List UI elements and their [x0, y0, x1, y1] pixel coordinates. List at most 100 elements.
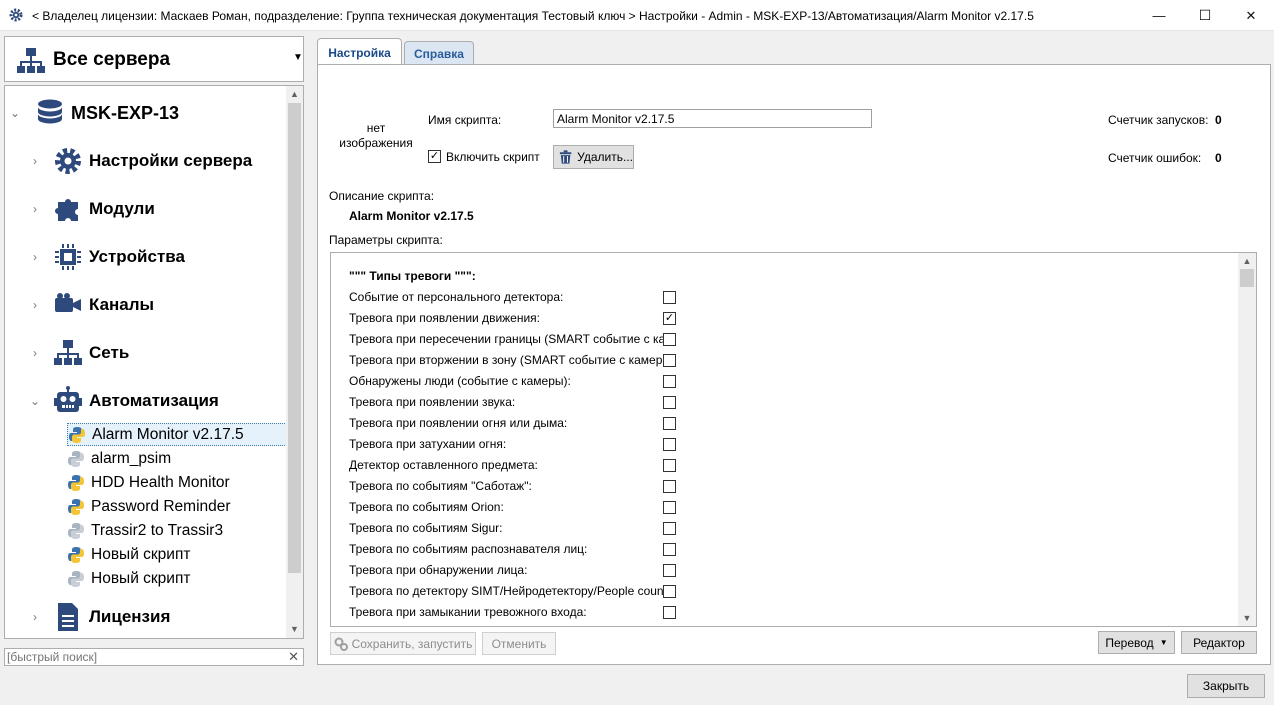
clear-icon[interactable]: ✕ — [288, 649, 299, 665]
quick-search-input[interactable] — [7, 650, 277, 664]
script-label: Password Reminder — [91, 497, 231, 515]
tree-node-server[interactable]: ⌄ MSK-EXP-13 — [7, 96, 179, 130]
tree-node-devices[interactable]: › Устройства — [27, 240, 185, 274]
param-checkbox[interactable]: ✓ — [663, 312, 676, 325]
server-selector[interactable]: Все сервера ▼ — [4, 36, 304, 82]
tree-node-label: Сеть — [89, 343, 130, 362]
scrollbar-thumb[interactable] — [1240, 269, 1254, 287]
params-scrollbar[interactable]: ▲ ▼ — [1238, 253, 1256, 626]
scrollbar-thumb[interactable] — [288, 103, 301, 573]
param-checkbox[interactable] — [663, 438, 676, 451]
maximize-button[interactable]: ☐ — [1182, 0, 1228, 31]
server-selector-label: Все сервера — [53, 49, 171, 70]
error-counter-value: 0 — [1215, 151, 1222, 165]
translate-button[interactable]: Перевод ▼ — [1098, 631, 1175, 654]
tree-node-server-settings[interactable]: › Настройки сервера — [27, 144, 252, 178]
run-counter-value: 0 — [1215, 113, 1222, 127]
tree-script-item[interactable]: Password Reminder — [67, 495, 287, 518]
param-checkbox[interactable] — [663, 480, 676, 493]
translate-label: Перевод — [1105, 635, 1154, 650]
save-run-button[interactable]: Сохранить, запустить — [330, 632, 476, 655]
param-checkbox[interactable] — [663, 543, 676, 556]
delete-button[interactable]: Удалить... — [553, 145, 634, 169]
script-label: Новый скрипт — [91, 545, 191, 563]
close-button[interactable]: Закрыть — [1187, 674, 1265, 698]
param-label: Тревога при пересечении границы (SMART с… — [349, 332, 669, 346]
param-checkbox[interactable] — [663, 522, 676, 535]
tree-script-item[interactable]: alarm_psim — [67, 447, 287, 470]
tree-script-item[interactable]: Новый скрипт — [67, 567, 287, 590]
chevron-down-icon[interactable]: ▼ — [293, 52, 303, 63]
close-window-button[interactable]: ✕ — [1228, 0, 1274, 31]
tree-node-channels[interactable]: › Каналы — [27, 288, 154, 322]
param-label: Обнаружены люди (событие с камеры): — [349, 374, 571, 388]
chevron-right-icon[interactable]: › — [27, 154, 43, 168]
cancel-button[interactable]: Отменить — [482, 632, 556, 655]
tree-node-label: Автоматизация — [89, 391, 219, 410]
gear-icon — [9, 8, 23, 22]
tree-script-item[interactable]: Alarm Monitor v2.17.5 — [67, 423, 287, 446]
save-run-label: Сохранить, запустить — [351, 636, 473, 651]
param-label: Тревога по детектору SIMT/Нейродетектору… — [349, 584, 669, 598]
robot-icon — [51, 384, 85, 418]
params-section-header: """ Типы тревоги """: — [349, 269, 476, 283]
param-checkbox[interactable] — [663, 291, 676, 304]
param-checkbox[interactable] — [663, 396, 676, 409]
script-label: alarm_psim — [91, 449, 172, 467]
scroll-down-icon[interactable]: ▼ — [286, 621, 303, 638]
tree-node-automation[interactable]: ⌄ Автоматизация — [27, 384, 219, 418]
param-checkbox[interactable] — [663, 564, 676, 577]
enable-script-label: Включить скрипт — [446, 150, 540, 164]
tree-node-modules[interactable]: › Модули — [27, 192, 155, 226]
chevron-right-icon[interactable]: › — [27, 202, 43, 216]
param-checkbox[interactable] — [663, 333, 676, 346]
tab-help[interactable]: Справка — [404, 41, 474, 65]
chevron-right-icon[interactable]: › — [27, 610, 43, 624]
document-icon — [51, 600, 85, 634]
param-label: Тревога при обнаружении лица: — [349, 563, 528, 577]
param-label: Тревога по событиям распознавателя лиц: — [349, 542, 588, 556]
chevron-right-icon[interactable]: › — [27, 298, 43, 312]
script-image-placeholder: нет изображения — [339, 121, 413, 150]
tree-node-license[interactable]: › Лицензия — [27, 600, 170, 634]
tree-script-item[interactable]: HDD Health Monitor — [67, 471, 287, 494]
param-checkbox[interactable] — [663, 606, 676, 619]
param-label: Событие от персонального детектора: — [349, 290, 564, 304]
tree-node-label: Лицензия — [89, 607, 171, 626]
delete-button-label: Удалить... — [577, 150, 633, 164]
database-icon — [33, 96, 67, 130]
run-counter-label: Счетчик запусков: — [1108, 113, 1209, 127]
scroll-up-icon[interactable]: ▲ — [286, 86, 303, 103]
chevron-down-icon[interactable]: ⌄ — [7, 106, 23, 120]
navigation-tree: ⌄ MSK-EXP-13 › Настройки сервера › Модул… — [4, 85, 304, 639]
param-checkbox[interactable] — [663, 501, 676, 514]
gears-icon — [334, 637, 348, 651]
tab-settings[interactable]: Настройка — [317, 38, 402, 66]
network-icon — [17, 48, 45, 73]
tree-script-item[interactable]: Trassir2 to Trassir3 — [67, 519, 287, 542]
param-checkbox[interactable] — [663, 354, 676, 367]
param-checkbox[interactable] — [663, 585, 676, 598]
left-pane: Все сервера ▼ ⌄ MSK-EXP-13 › Настройки с… — [0, 31, 312, 705]
editor-button[interactable]: Редактор — [1181, 631, 1257, 654]
script-label: Новый скрипт — [91, 569, 191, 587]
script-name-input[interactable] — [553, 109, 872, 128]
chevron-right-icon[interactable]: › — [27, 346, 43, 360]
param-checkbox[interactable] — [663, 459, 676, 472]
chevron-down-icon[interactable]: ⌄ — [27, 394, 43, 408]
scroll-down-icon[interactable]: ▼ — [1238, 610, 1256, 626]
minimize-button[interactable]: — — [1136, 0, 1182, 31]
params-label: Параметры скрипта: — [329, 233, 443, 247]
tree-script-item[interactable]: Новый скрипт — [67, 543, 287, 566]
enable-script-checkbox[interactable]: ✓ — [428, 150, 441, 163]
quick-search-field[interactable]: ✕ — [4, 648, 304, 666]
tree-scrollbar[interactable]: ▲ ▼ — [286, 86, 303, 638]
scroll-up-icon[interactable]: ▲ — [1238, 253, 1256, 269]
param-checkbox[interactable] — [663, 417, 676, 430]
chevron-right-icon[interactable]: › — [27, 250, 43, 264]
param-label: Тревога при появлении движения: — [349, 311, 541, 325]
python-disabled-icon — [67, 522, 85, 540]
tree-node-network[interactable]: › Сеть — [27, 336, 129, 370]
script-name-label: Имя скрипта: — [428, 113, 502, 127]
param-checkbox[interactable] — [663, 375, 676, 388]
